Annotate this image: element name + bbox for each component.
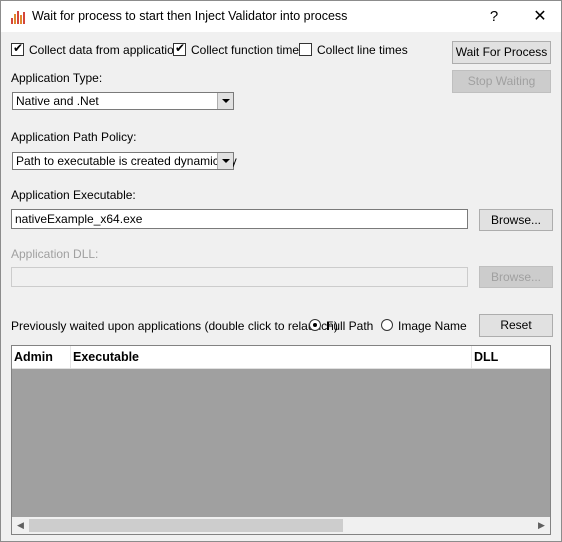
help-button[interactable]: ?	[479, 1, 509, 32]
history-table[interactable]: Admin Executable DLL ◀ ▶	[11, 345, 551, 535]
dialog-window: Wait for process to start then Inject Va…	[0, 0, 562, 542]
path-policy-value: Path to executable is created dynamicall…	[16, 154, 237, 168]
stop-waiting-button[interactable]: Stop Waiting	[452, 70, 551, 93]
executable-value: nativeExample_x64.exe	[15, 212, 143, 226]
close-button[interactable]: ✕	[523, 1, 557, 32]
app-bar-chart-icon	[11, 11, 25, 24]
column-header-executable[interactable]: Executable	[71, 346, 472, 368]
horizontal-scrollbar[interactable]: ◀ ▶	[12, 517, 550, 534]
collect-line-times-label[interactable]: Collect line times	[317, 43, 408, 57]
collect-data-label[interactable]: Collect data from application	[29, 43, 180, 57]
checkmark-icon: ✔	[175, 41, 186, 55]
collect-data-checkbox[interactable]: ✔	[11, 41, 24, 56]
checkmark-icon: ✔	[13, 41, 24, 55]
application-type-value: Native and .Net	[16, 94, 99, 108]
reset-button[interactable]: Reset	[479, 314, 553, 337]
wait-for-process-button[interactable]: Wait For Process	[452, 41, 551, 64]
path-policy-label: Application Path Policy:	[11, 130, 137, 144]
scroll-left-icon[interactable]: ◀	[12, 517, 29, 534]
image-name-radio[interactable]	[381, 319, 393, 331]
scroll-right-icon[interactable]: ▶	[533, 517, 550, 534]
collect-line-times-checkbox[interactable]	[299, 43, 312, 56]
application-type-label: Application Type:	[11, 71, 103, 85]
column-header-admin[interactable]: Admin	[12, 346, 71, 368]
full-path-radio[interactable]	[309, 319, 321, 331]
browse-executable-button[interactable]: Browse...	[479, 209, 553, 231]
application-type-select[interactable]: Native and .Net	[12, 92, 234, 110]
executable-input[interactable]: nativeExample_x64.exe	[11, 209, 468, 229]
image-name-label[interactable]: Image Name	[398, 319, 467, 333]
dll-input[interactable]	[11, 267, 468, 287]
dll-label: Application DLL:	[11, 247, 99, 261]
title-bar[interactable]: Wait for process to start then Inject Va…	[1, 1, 561, 32]
radio-selected-dot	[313, 323, 317, 327]
window-title: Wait for process to start then Inject Va…	[32, 9, 348, 23]
table-header: Admin Executable DLL	[12, 346, 550, 369]
chevron-down-icon[interactable]	[217, 93, 233, 109]
executable-label: Application Executable:	[11, 188, 136, 202]
collect-function-times-checkbox[interactable]: ✔	[173, 41, 186, 56]
column-header-dll[interactable]: DLL	[472, 346, 550, 368]
path-policy-select[interactable]: Path to executable is created dynamicall…	[12, 152, 237, 170]
browse-dll-button[interactable]: Browse...	[479, 266, 553, 288]
history-label: Previously waited upon applications (dou…	[11, 319, 338, 333]
collect-function-times-label[interactable]: Collect function times	[191, 43, 305, 57]
scrollbar-thumb[interactable]	[29, 519, 343, 532]
chevron-down-icon[interactable]	[217, 153, 233, 169]
full-path-label[interactable]: Full Path	[326, 319, 373, 333]
